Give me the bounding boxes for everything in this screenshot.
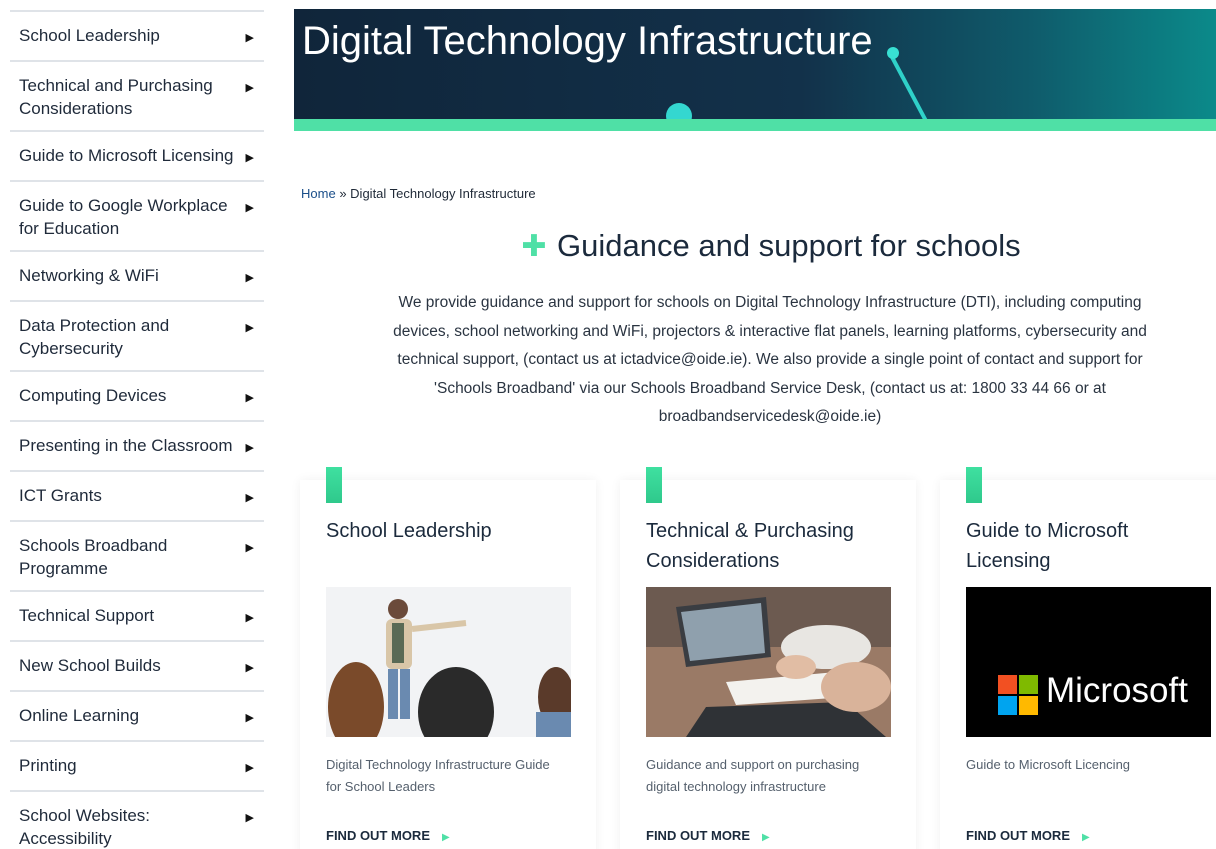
- sidebar-item-label: Printing: [19, 756, 77, 775]
- card-image-laptop-desk: [646, 587, 891, 737]
- caret-right-icon: ▶: [245, 812, 254, 824]
- sidebar-item-printing[interactable]: Printing ▶: [10, 740, 264, 790]
- microsoft-logo-icon: [998, 675, 1038, 715]
- find-out-more-link[interactable]: FIND OUT MORE ▶: [646, 828, 770, 843]
- card-technical-purchasing: Technical & Purchasing Considerations Gu…: [620, 467, 916, 849]
- caret-right-icon: ▶: [245, 152, 254, 164]
- sidebar-item-label: Technical Support: [19, 606, 155, 625]
- card-school-leadership: School Leadership Digital Technology Inf…: [300, 467, 596, 849]
- sidebar-item-label: Computing Devices: [19, 386, 167, 405]
- sidebar-item-label: School Websites: Accessibility: [19, 806, 151, 848]
- caret-right-icon: ▶: [245, 82, 254, 94]
- card-microsoft-licensing: Guide to Microsoft Licensing Microsoft G…: [940, 467, 1216, 849]
- sidebar-item-label: Schools Broadband Programme: [19, 536, 168, 578]
- card-description: Digital Technology Infrastructure Guide …: [326, 757, 550, 794]
- arrow-right-icon: ▶: [442, 832, 450, 843]
- card-accent-bar: [326, 467, 342, 503]
- sidebar-item-microsoft-licensing[interactable]: Guide to Microsoft Licensing ▶: [10, 130, 264, 180]
- intro-paragraph: We provide guidance and support for scho…: [393, 294, 1147, 425]
- caret-right-icon: ▶: [245, 762, 254, 774]
- breadcrumb-home-link[interactable]: Home: [301, 186, 336, 201]
- section-heading-text: Guidance and support for schools: [557, 228, 1021, 263]
- sidebar-item-label: New School Builds: [19, 656, 161, 675]
- caret-right-icon: ▶: [245, 612, 254, 624]
- caret-right-icon: ▶: [245, 442, 254, 454]
- caret-right-icon: ▶: [245, 542, 254, 554]
- card-image-classroom: [326, 587, 571, 737]
- breadcrumb-current: Digital Technology Infrastructure: [350, 186, 536, 201]
- arrow-right-icon: ▶: [762, 832, 770, 843]
- sidebar-item-schools-broadband[interactable]: Schools Broadband Programme ▶: [10, 520, 264, 590]
- caret-right-icon: ▶: [245, 662, 254, 674]
- section-heading: ✚ Guidance and support for schools: [0, 228, 1216, 264]
- sidebar-item-label: Technical and Purchasing Considerations: [19, 76, 213, 118]
- banner-accent-bar: [294, 119, 1216, 131]
- breadcrumb: Home » Digital Technology Infrastructure: [301, 186, 536, 201]
- sidebar-item-new-school-builds[interactable]: New School Builds ▶: [10, 640, 264, 690]
- sidebar-item-technical-purchasing[interactable]: Technical and Purchasing Considerations ▶: [10, 60, 264, 130]
- page-title: Digital Technology Infrastructure: [302, 19, 873, 63]
- caret-right-icon: ▶: [245, 492, 254, 504]
- caret-right-icon: ▶: [245, 392, 254, 404]
- sidebar-item-label: Online Learning: [19, 706, 140, 725]
- caret-right-icon: ▶: [245, 322, 254, 334]
- sidebar-item-technical-support[interactable]: Technical Support ▶: [10, 590, 264, 640]
- hero-banner: Digital Technology Infrastructure: [294, 9, 1216, 131]
- cta-label: FIND OUT MORE: [326, 828, 430, 843]
- microsoft-logo-text: Microsoft: [1046, 671, 1188, 710]
- sidebar-item-label: Guide to Microsoft Licensing: [19, 146, 234, 165]
- find-out-more-link[interactable]: FIND OUT MORE ▶: [966, 828, 1090, 843]
- sidebar-item-computing-devices[interactable]: Computing Devices ▶: [10, 370, 264, 420]
- sidebar-item-data-protection[interactable]: Data Protection and Cybersecurity ▶: [10, 300, 264, 370]
- sidebar-item-label: Presenting in the Classroom: [19, 436, 233, 455]
- sidebar-item-online-learning[interactable]: Online Learning ▶: [10, 690, 264, 740]
- decorative-dot: [887, 47, 899, 59]
- sidebar-nav: School Leadership ▶ Technical and Purchas…: [10, 10, 264, 849]
- decorative-line: [890, 56, 932, 129]
- cta-label: FIND OUT MORE: [966, 828, 1070, 843]
- sidebar-item-ict-grants[interactable]: ICT Grants ▶: [10, 470, 264, 520]
- arrow-right-icon: ▶: [1082, 832, 1090, 843]
- card-image-microsoft-logo: Microsoft: [966, 587, 1211, 737]
- card-title: School Leadership: [326, 520, 492, 542]
- sidebar-item-presenting-classroom[interactable]: Presenting in the Classroom ▶: [10, 420, 264, 470]
- sidebar-item-label: ICT Grants: [19, 486, 102, 505]
- cta-label: FIND OUT MORE: [646, 828, 750, 843]
- sidebar-item-school-leadership[interactable]: School Leadership ▶: [10, 10, 264, 60]
- sidebar-item-label: Data Protection and Cybersecurity: [19, 316, 170, 358]
- card-description: Guide to Microsoft Licencing: [966, 757, 1131, 772]
- sidebar-item-label: Networking & WiFi: [19, 266, 159, 285]
- caret-right-icon: ▶: [245, 712, 254, 724]
- caret-right-icon: ▶: [245, 32, 254, 44]
- card-accent-bar: [646, 467, 662, 503]
- breadcrumb-separator: »: [339, 186, 347, 201]
- plus-icon: ✚: [521, 229, 547, 263]
- find-out-more-link[interactable]: FIND OUT MORE ▶: [326, 828, 450, 843]
- sidebar-item-school-websites[interactable]: School Websites: Accessibility ▶: [10, 790, 264, 849]
- sidebar-item-label: School Leadership: [19, 26, 160, 45]
- caret-right-icon: ▶: [245, 272, 254, 284]
- caret-right-icon: ▶: [245, 202, 254, 214]
- card-title: Technical & Purchasing Considerations: [646, 520, 854, 572]
- card-title: Guide to Microsoft Licensing: [966, 520, 1129, 572]
- card-accent-bar: [966, 467, 982, 503]
- card-description: Guidance and support on purchasing digit…: [646, 757, 860, 794]
